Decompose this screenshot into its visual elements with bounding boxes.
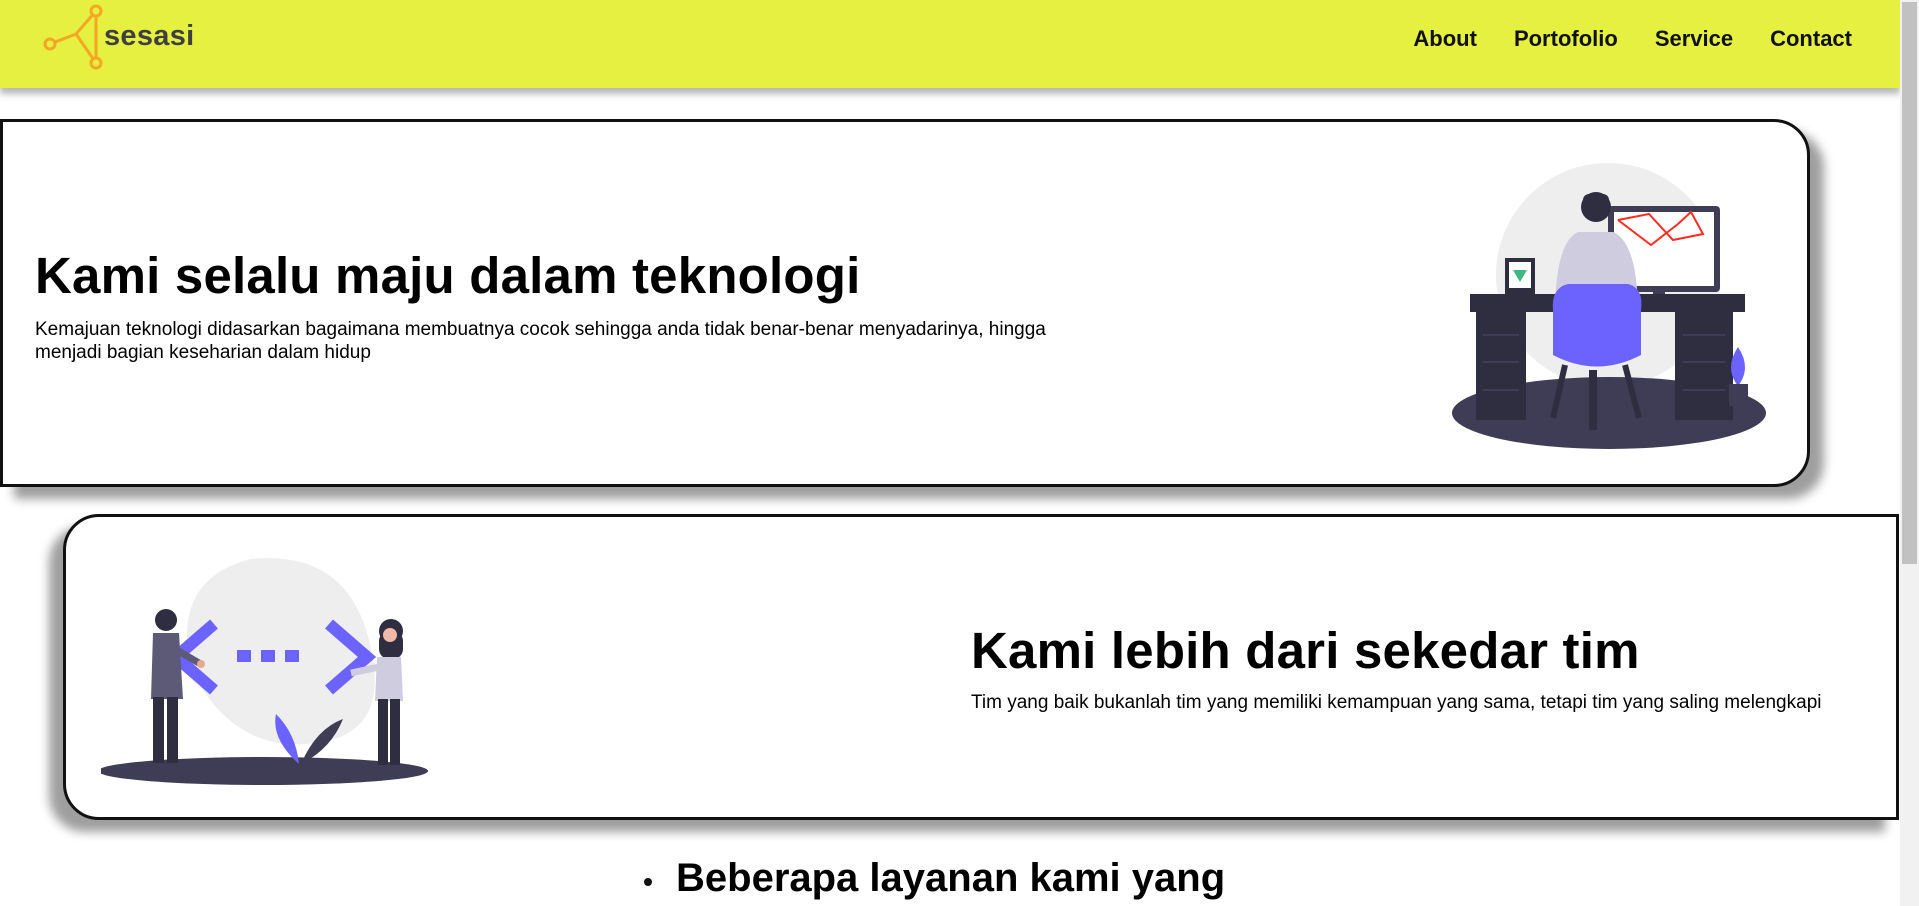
desk-left-cabinet [1476,310,1526,420]
services-heading-item: Beberapa layanan kami yang [640,856,1225,901]
logo-text: sesasi [104,19,195,52]
nav-contact[interactable]: Contact [1770,26,1852,52]
network-nodes-icon [43,4,103,70]
developer-at-desk-illustration [1452,163,1766,449]
services-list: Beberapa layanan kami yang [640,856,1225,901]
navbar: sesasi About Portofolio Service Contact [0,0,1900,88]
team-collaboration-illustration [101,558,428,785]
vertical-scrollbar[interactable] [1900,0,1919,906]
main-nav: About Portofolio Service Contact [1376,0,1852,78]
scrollbar-thumb[interactable] [1902,2,1917,564]
services-heading: Beberapa layanan kami yang [676,856,1226,900]
nav-service[interactable]: Service [1655,26,1733,52]
hero-card-technology: Kami selalu maju dalam teknologi Kemajua… [0,119,1810,487]
hero-card-team: Kami lebih dari sekedar tim Tim yang bai… [63,514,1899,820]
hero-title: Kami selalu maju dalam teknologi [35,247,861,304]
code-dot [237,650,251,662]
chair [1552,284,1642,367]
bullet-icon [644,878,652,886]
background-blob [187,558,375,745]
hero-description: Tim yang baik bukanlah tim yang memiliki… [971,692,1822,713]
code-dot [261,650,275,662]
hero-title: Kami lebih dari sekedar tim [971,622,1640,679]
plant-pot [1729,384,1748,406]
code-dot [285,650,299,662]
plant-leaf [1731,347,1745,386]
brand-logo[interactable]: sesasi [40,0,195,74]
nav-about[interactable]: About [1413,26,1477,52]
nav-portofolio[interactable]: Portofolio [1514,26,1618,52]
hero-description: Kemajuan teknologi didasarkan bagaimana … [35,319,1046,363]
desk-right-cabinet [1675,310,1733,420]
